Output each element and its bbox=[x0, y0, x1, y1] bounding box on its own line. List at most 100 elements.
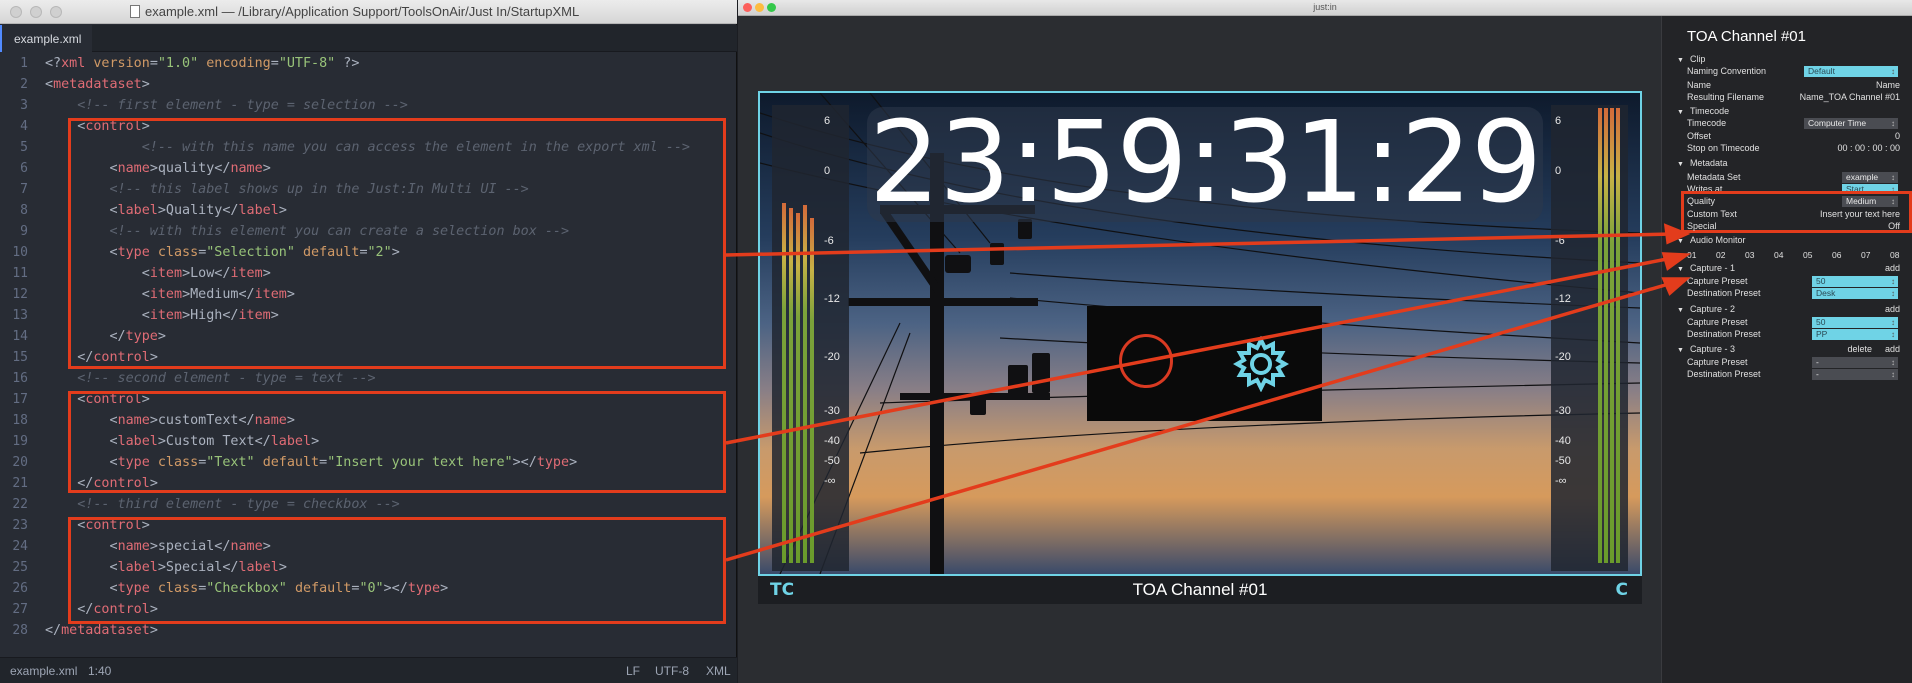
audio-meter-right: 6 0 -6 -12 -20 -30 -40 -50 -∞ bbox=[1551, 105, 1628, 571]
video-preview[interactable]: 23:59:31:29 6 0 -6 -12 -20 -30 -40 -50 -∞ 6 0 -6 -1… bbox=[758, 91, 1642, 576]
editor-window-title: example.xml — /Library/Application Suppo… bbox=[130, 4, 579, 19]
metadata-set-select[interactable]: example bbox=[1842, 172, 1898, 183]
line-number: 7 bbox=[20, 182, 28, 197]
disclosure-triangle-icon[interactable]: ▼ bbox=[1677, 266, 1684, 273]
line-number: 14 bbox=[12, 329, 28, 344]
disclosure-triangle-icon[interactable]: ▼ bbox=[1677, 57, 1684, 64]
stop-on-timecode-label: Stop on Timecode bbox=[1687, 143, 1760, 153]
app-window-title: just:in bbox=[1313, 2, 1337, 12]
status-cursor[interactable]: 1:40 bbox=[88, 664, 111, 678]
audio-channel-toggle[interactable]: 06 bbox=[1832, 250, 1841, 260]
code-line[interactable]: 1 <?xml version="1.0" encoding="UTF-8" ?> bbox=[0, 53, 737, 74]
editor-titlebar: example.xml — /Library/Application Suppo… bbox=[0, 0, 737, 24]
line-number: 1 bbox=[20, 56, 28, 71]
disclosure-triangle-icon[interactable]: ▼ bbox=[1677, 109, 1684, 116]
line-number: 4 bbox=[20, 119, 28, 134]
record-button-icon[interactable] bbox=[1119, 334, 1173, 388]
special-toggle[interactable]: Off bbox=[1888, 221, 1900, 231]
line-number: 13 bbox=[12, 308, 28, 323]
close-window-button[interactable] bbox=[10, 6, 22, 18]
meter-scale-label: 0 bbox=[824, 165, 831, 177]
capture-3-preset-select[interactable]: - bbox=[1812, 357, 1898, 368]
audio-channel-toggle[interactable]: 05 bbox=[1803, 250, 1812, 260]
section-label: Metadata bbox=[1689, 158, 1728, 168]
caption-channel-name: TOA Channel #01 bbox=[1132, 580, 1268, 599]
offset-field[interactable]: 0 bbox=[1895, 131, 1900, 141]
justin-app-window: just:in 23:59:31:29 6 0 -6 -12 -20 -30 -… bbox=[738, 0, 1912, 683]
custom-text-label: Custom Text bbox=[1687, 209, 1737, 219]
quality-select[interactable]: Medium bbox=[1842, 196, 1898, 207]
custom-text-field[interactable]: Insert your text here bbox=[1820, 209, 1900, 219]
naming-convention-select[interactable]: Default bbox=[1804, 66, 1898, 77]
code-token: = bbox=[270, 56, 279, 71]
capture-1-preset-select[interactable]: 50 bbox=[1812, 276, 1898, 287]
disclosure-triangle-icon[interactable]: ▼ bbox=[1677, 347, 1684, 354]
status-encoding[interactable]: UTF-8 bbox=[655, 664, 689, 678]
highlight-box-selection bbox=[68, 118, 726, 369]
highlight-box-checkbox bbox=[68, 517, 726, 624]
capture-3-delete-button[interactable]: delete bbox=[1847, 344, 1872, 354]
code-token: xml bbox=[61, 56, 86, 71]
code-token: = bbox=[149, 56, 158, 71]
code-line[interactable]: 3 <!-- first element - type = selection … bbox=[0, 95, 737, 116]
timecode-source-select[interactable]: Computer Time bbox=[1804, 118, 1898, 129]
line-number: 5 bbox=[20, 140, 28, 155]
status-grammar[interactable]: XML bbox=[706, 664, 731, 678]
gear-icon[interactable] bbox=[1233, 336, 1289, 392]
capture-2-dest-label: Destination Preset bbox=[1687, 329, 1761, 339]
stop-on-timecode-field[interactable]: 00 : 00 : 00 : 00 bbox=[1837, 143, 1900, 153]
timecode-label: Timecode bbox=[1687, 118, 1727, 128]
capture-1-dest-select[interactable]: Desk bbox=[1812, 288, 1898, 299]
section-capture-3[interactable]: ▼ Capture - 3 bbox=[1677, 344, 1735, 354]
resulting-filename-label: Resulting Filename bbox=[1687, 92, 1765, 102]
code-line[interactable]: 2 <metadataset> bbox=[0, 74, 737, 95]
status-line-ending[interactable]: LF bbox=[626, 664, 640, 678]
section-audio-monitor[interactable]: ▼ Audio Monitor bbox=[1677, 235, 1745, 245]
line-number: 10 bbox=[12, 245, 28, 260]
capture-1-add-button[interactable]: add bbox=[1885, 263, 1900, 273]
tab-example-xml[interactable]: example.xml bbox=[0, 25, 92, 52]
section-capture-2[interactable]: ▼ Capture - 2 bbox=[1677, 304, 1735, 314]
section-clip[interactable]: ▼ Clip bbox=[1677, 54, 1705, 64]
capture-3-dest-select[interactable]: - bbox=[1812, 369, 1898, 380]
capture-2-add-button[interactable]: add bbox=[1885, 304, 1900, 314]
section-capture-1[interactable]: ▼ Capture - 1 bbox=[1677, 263, 1735, 273]
capture-2-preset-select[interactable]: 50 bbox=[1812, 317, 1898, 328]
line-number: 8 bbox=[20, 203, 28, 218]
disclosure-triangle-icon[interactable]: ▼ bbox=[1677, 238, 1684, 245]
minimize-window-button[interactable] bbox=[30, 6, 42, 18]
capture-2-dest-select[interactable]: PP bbox=[1812, 329, 1898, 340]
audio-channel-toggle[interactable]: 01 bbox=[1687, 250, 1696, 260]
code-text: <!-- first element - type = selection --… bbox=[45, 95, 408, 116]
panel-title: TOA Channel #01 bbox=[1687, 28, 1806, 45]
editor-tab-bar: example.xml bbox=[0, 25, 737, 52]
quality-label: Quality bbox=[1687, 196, 1716, 206]
capture-3-add-button[interactable]: add bbox=[1885, 344, 1900, 354]
audio-channel-toggle[interactable]: 02 bbox=[1716, 250, 1725, 260]
disclosure-triangle-icon[interactable]: ▼ bbox=[1677, 307, 1684, 314]
status-file[interactable]: example.xml bbox=[10, 664, 77, 678]
line-number: 18 bbox=[12, 413, 28, 428]
audio-channel-toggle[interactable]: 03 bbox=[1745, 250, 1754, 260]
line-number: 12 bbox=[12, 287, 28, 302]
line-number: 17 bbox=[12, 392, 28, 407]
name-field[interactable]: Name bbox=[1876, 80, 1900, 90]
code-token: metadataset bbox=[53, 77, 142, 92]
zoom-window-button[interactable] bbox=[50, 6, 62, 18]
code-line[interactable]: 16 <!-- second element - type = text --> bbox=[0, 368, 737, 389]
meter-scale-label: -12 bbox=[1555, 293, 1571, 305]
code-token: <!-- second element - type = text --> bbox=[45, 371, 376, 386]
section-timecode[interactable]: ▼ Timecode bbox=[1677, 106, 1729, 116]
section-metadata[interactable]: ▼ Metadata bbox=[1677, 158, 1727, 168]
writes-at-select[interactable]: Start bbox=[1842, 184, 1898, 191]
audio-channel-toggle[interactable]: 04 bbox=[1774, 250, 1783, 260]
code-line[interactable]: 22 <!-- third element - type = checkbox … bbox=[0, 494, 737, 515]
disclosure-triangle-icon[interactable]: ▼ bbox=[1677, 161, 1684, 168]
special-label: Special bbox=[1687, 221, 1717, 231]
line-number: 11 bbox=[12, 266, 28, 281]
channel-settings-panel: TOA Channel #01 ▼ Clip Naming Convention … bbox=[1661, 16, 1912, 683]
line-number: 2 bbox=[20, 77, 28, 92]
audio-channel-toggle[interactable]: 07 bbox=[1861, 250, 1870, 260]
audio-channel-toggle[interactable]: 08 bbox=[1890, 250, 1899, 260]
code-token: version bbox=[93, 56, 150, 71]
